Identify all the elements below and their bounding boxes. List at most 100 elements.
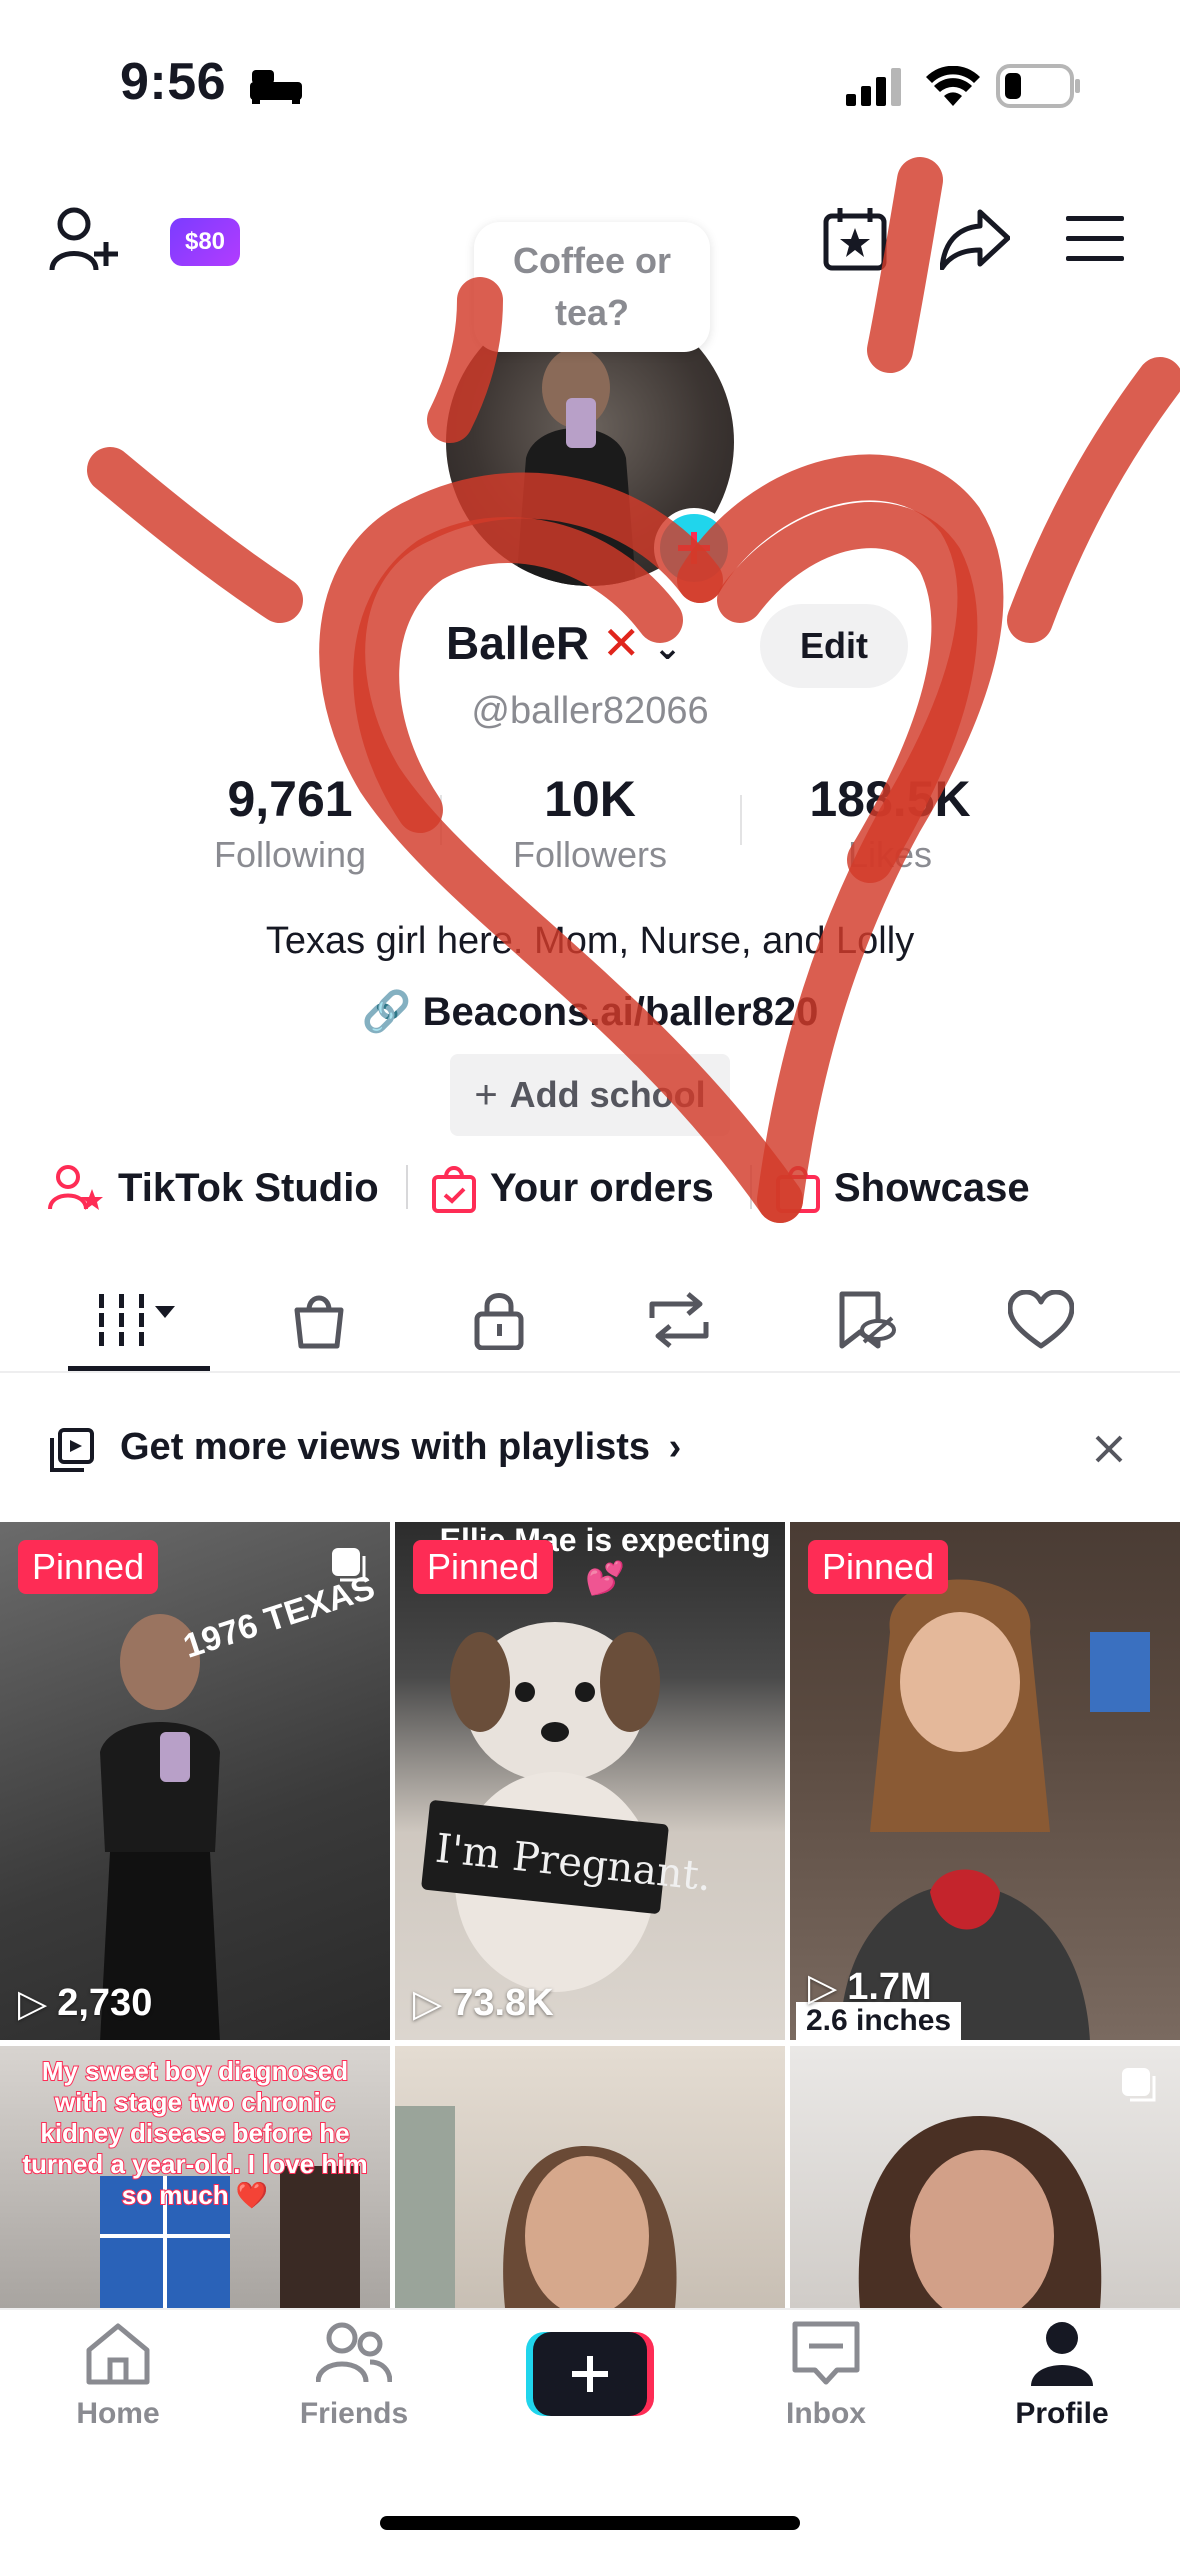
profile-bio: Texas girl here. Mom, Nurse, and Lolly xyxy=(265,920,915,962)
home-icon xyxy=(86,2323,150,2385)
pinned-badge: Pinned xyxy=(413,1540,554,1594)
profile-link[interactable]: 🔗 Beacons.ai/baller820 xyxy=(0,988,1180,1035)
cross-emoji: ✕ xyxy=(601,617,641,669)
multi-photo-icon xyxy=(1122,2068,1156,2102)
plus-icon xyxy=(678,532,710,564)
creator-icon xyxy=(48,1165,103,1210)
friends-icon xyxy=(315,2322,393,2383)
username-handle: @baller82066 xyxy=(471,690,709,732)
calendar-star-icon[interactable] xyxy=(822,206,888,272)
wifi-icon xyxy=(926,66,980,106)
tab-favorites[interactable] xyxy=(800,1270,930,1370)
video-thumbnail[interactable] xyxy=(395,2046,785,2308)
nav-home[interactable]: Home xyxy=(18,2320,218,2431)
view-count: ▷ 2,730 xyxy=(18,1981,152,2026)
your-orders-link[interactable]: Your orders xyxy=(430,1158,714,1218)
quick-link-label: TikTok Studio xyxy=(118,1165,379,1210)
video-caption: My sweet boy diagnosed with stage two ch… xyxy=(21,2055,368,2211)
tab-videos[interactable] xyxy=(74,1270,204,1370)
inbox-icon xyxy=(792,2321,860,2385)
quick-link-label: Your orders xyxy=(490,1165,714,1210)
video-thumbnail[interactable]: Ellie Mae is expecting 💕 I'm Pregnant. P… xyxy=(395,1522,785,2040)
stat-followers[interactable]: 10K Followers xyxy=(440,770,740,876)
close-icon[interactable] xyxy=(1094,1434,1124,1464)
stat-following[interactable]: 9,761 Following xyxy=(140,770,440,876)
nav-label: Home xyxy=(76,2397,160,2430)
add-story-button[interactable] xyxy=(654,508,734,588)
order-bag-icon xyxy=(432,1166,476,1213)
stat-value: 10K xyxy=(544,771,636,827)
divider xyxy=(0,1371,1180,1373)
display-name-text: BalleR xyxy=(446,617,590,669)
view-count: ▷ 73.8K xyxy=(413,1981,554,2026)
display-name[interactable]: BalleR ✕ ⌄ xyxy=(446,616,682,670)
sleep-mode-icon xyxy=(250,70,302,104)
stat-label: Followers xyxy=(512,834,668,875)
divider xyxy=(406,1165,408,1209)
pinned-badge: Pinned xyxy=(18,1540,159,1594)
status-time: 9:56 xyxy=(120,53,227,111)
coins-badge[interactable]: $80 xyxy=(170,218,240,266)
video-thumbnail[interactable]: My sweet boy diagnosed with stage two ch… xyxy=(0,2046,390,2308)
stat-label: Likes xyxy=(847,834,933,875)
heart-icon xyxy=(1008,1290,1074,1349)
quick-link-label: Showcase xyxy=(834,1165,1030,1210)
hidden-bookmark-icon xyxy=(839,1291,896,1349)
play-icon: ▷ xyxy=(413,1983,443,2025)
stat-label: Following xyxy=(213,834,367,875)
add-school-label: Add school xyxy=(509,1074,706,1115)
play-icon: ▷ xyxy=(808,1967,838,2009)
playlist-banner-text[interactable]: Get more views with playlists › xyxy=(120,1426,681,1469)
tiktok-studio-link[interactable]: TikTok Studio xyxy=(48,1158,379,1218)
view-count-value: 73.8K xyxy=(452,1982,554,2024)
view-count-value: 2,730 xyxy=(57,1982,153,2024)
menu-icon[interactable] xyxy=(1066,216,1124,262)
tab-reposts[interactable] xyxy=(614,1270,744,1370)
thumbnail-photo xyxy=(421,1622,669,1992)
shopping-bag-icon xyxy=(294,1295,344,1349)
link-icon: 🔗 xyxy=(361,990,412,1034)
create-button[interactable] xyxy=(526,2332,654,2416)
battery-icon xyxy=(996,64,1080,108)
nav-inbox[interactable]: Inbox xyxy=(726,2320,926,2431)
share-icon[interactable] xyxy=(940,208,1010,270)
nav-label: Friends xyxy=(299,2397,409,2430)
video-thumbnail[interactable]: Pinned 2.6 inches ▷ 1.7M xyxy=(790,1522,1180,2040)
lock-icon xyxy=(474,1293,524,1350)
divider xyxy=(750,1165,752,1209)
thumbnail-photo xyxy=(395,2106,677,2308)
add-school-button[interactable]: + Add school xyxy=(450,1054,730,1136)
play-icon: ▷ xyxy=(18,1983,48,2025)
profile-icon xyxy=(1031,2322,1093,2386)
showcase-link[interactable]: Showcase xyxy=(774,1158,1030,1218)
nav-profile[interactable]: Profile xyxy=(962,2320,1162,2431)
cellular-signal-icon xyxy=(846,68,901,106)
chevron-right-icon: › xyxy=(668,1426,682,1468)
thumbnail-photo xyxy=(100,1614,220,2040)
profile-link-text: Beacons.ai/baller820 xyxy=(422,990,819,1034)
playlist-icon xyxy=(50,1428,94,1472)
stat-value: 9,761 xyxy=(227,771,353,827)
nav-friends[interactable]: Friends xyxy=(254,2320,454,2431)
add-friend-icon[interactable] xyxy=(48,206,120,276)
nav-label: Inbox xyxy=(786,2397,866,2430)
edit-profile-button[interactable]: Edit xyxy=(760,604,908,688)
video-thumbnail[interactable] xyxy=(790,2046,1180,2308)
view-count: ▷ 1.7M xyxy=(808,1965,932,2010)
tab-shop[interactable] xyxy=(254,1270,384,1370)
tab-private[interactable] xyxy=(434,1270,564,1370)
playlist-banner-label: Get more views with playlists xyxy=(120,1426,651,1468)
repost-icon xyxy=(649,1292,709,1348)
home-indicator xyxy=(380,2516,800,2530)
video-thumbnail[interactable]: Pinned 1976 TEXAS ▷ 2,730 xyxy=(0,1522,390,2040)
stat-likes[interactable]: 188.5K Likes xyxy=(740,770,1040,876)
multi-photo-icon xyxy=(332,1548,366,1582)
stat-value: 188.5K xyxy=(809,771,971,827)
shopping-bag-icon xyxy=(776,1166,820,1213)
tab-liked[interactable] xyxy=(976,1270,1106,1370)
pinned-badge: Pinned xyxy=(808,1540,949,1594)
view-count-value: 1.7M xyxy=(847,1966,932,2008)
chevron-down-icon[interactable]: ⌄ xyxy=(653,629,682,667)
status-bubble[interactable]: Coffee or tea? xyxy=(474,222,710,352)
grid-videos-icon xyxy=(99,1294,175,1346)
